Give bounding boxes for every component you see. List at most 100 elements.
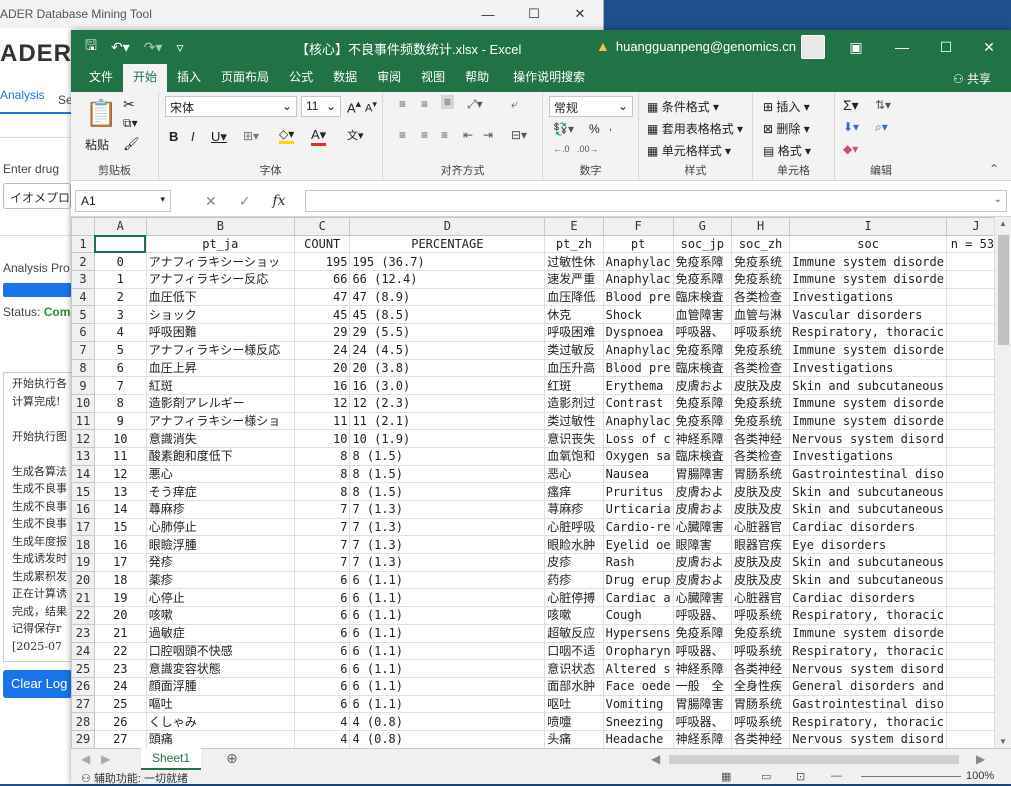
merge-center-icon[interactable]: ⊟▾ bbox=[511, 128, 527, 142]
cell[interactable]: 速发严重 bbox=[544, 270, 604, 289]
cell[interactable]: Respiratory, thoracic bbox=[789, 606, 947, 625]
cell[interactable]: 16 bbox=[293, 376, 351, 395]
cell[interactable]: Nervous system disord bbox=[789, 429, 947, 448]
cell[interactable]: 6 bbox=[293, 659, 351, 678]
cell[interactable]: 各类神经 bbox=[730, 659, 791, 678]
align-right-icon[interactable]: ≡ bbox=[441, 128, 448, 142]
cell[interactable]: 21 bbox=[93, 623, 147, 643]
underline-icon[interactable]: U▾ bbox=[211, 129, 227, 145]
cell[interactable]: 血圧上昇 bbox=[145, 358, 295, 378]
number-format-select[interactable]: 常规 ⌄ bbox=[549, 96, 633, 117]
cell[interactable]: 顔面浮腫 bbox=[145, 676, 295, 696]
cell[interactable]: 胃肠系统 bbox=[730, 694, 791, 714]
cell[interactable]: アナフィラキシー様反応 bbox=[145, 340, 295, 360]
cell[interactable]: 心停止 bbox=[145, 588, 295, 608]
cell[interactable]: 22 bbox=[93, 641, 147, 661]
cell[interactable]: 类过敏性 bbox=[544, 411, 604, 431]
row-header[interactable]: 4 bbox=[71, 287, 95, 307]
cell[interactable]: 类过敏反 bbox=[544, 340, 604, 360]
cell[interactable]: 6 bbox=[293, 641, 351, 661]
cell[interactable]: 皮膚およ bbox=[672, 482, 732, 501]
row-header[interactable]: 24 bbox=[71, 641, 95, 661]
tab-page-layout[interactable]: 页面布局 bbox=[211, 64, 279, 92]
cell[interactable]: 8 bbox=[293, 446, 351, 466]
cell[interactable]: 免疫系障 bbox=[672, 623, 732, 643]
cell[interactable]: Skin and subcutaneous bbox=[789, 570, 947, 590]
cell[interactable]: 面部水肿 bbox=[544, 676, 604, 696]
cell[interactable]: 66 (12.4) bbox=[349, 270, 546, 289]
column-header-a[interactable]: A bbox=[93, 217, 147, 236]
add-sheet-icon[interactable]: ⊕ bbox=[226, 750, 238, 767]
cell[interactable]: 头痛 bbox=[544, 729, 604, 748]
increase-indent-icon[interactable]: ⇥ bbox=[483, 128, 493, 142]
cell[interactable]: Oropharyn bbox=[602, 641, 674, 661]
format-cells-button[interactable]: ▤ 格式 ▾ bbox=[763, 142, 811, 159]
cell[interactable]: Oxygen sa bbox=[602, 446, 674, 466]
cell[interactable]: 20 bbox=[93, 606, 147, 625]
cell[interactable]: 呼吸器、 bbox=[672, 641, 732, 661]
row-header[interactable]: 8 bbox=[71, 358, 95, 378]
cell[interactable]: 6 (1.1) bbox=[349, 623, 546, 643]
cell[interactable] bbox=[93, 234, 147, 254]
decrease-indent-icon[interactable]: ⇤ bbox=[463, 128, 473, 142]
cell[interactable]: 7 (1.3) bbox=[349, 517, 546, 537]
font-name-select[interactable]: 宋体 ⌄ bbox=[165, 96, 297, 117]
cell[interactable]: Respiratory, thoracic bbox=[789, 712, 947, 731]
page-layout-icon[interactable]: ▭ bbox=[761, 770, 771, 783]
cell[interactable]: 呼吸器、 bbox=[672, 606, 732, 625]
cell[interactable]: 血管障害 bbox=[672, 305, 732, 325]
cell[interactable]: 16 bbox=[93, 535, 147, 555]
name-box[interactable]: A1 ▾ bbox=[75, 190, 171, 212]
cell[interactable]: 16 (3.0) bbox=[349, 376, 546, 395]
row-header[interactable]: 28 bbox=[71, 712, 95, 731]
font-size-select[interactable]: 11 ⌄ bbox=[301, 96, 341, 117]
fill-icon[interactable]: ⬇▾ bbox=[843, 120, 859, 134]
cell[interactable]: 呼吸系统 bbox=[730, 323, 791, 342]
cell[interactable]: Blood pre bbox=[602, 287, 674, 307]
tab-insert[interactable]: 插入 bbox=[167, 64, 211, 92]
cell[interactable]: soc_jp bbox=[672, 234, 732, 254]
cell[interactable]: 一般 全 bbox=[672, 676, 732, 696]
align-middle-icon[interactable]: ≡ bbox=[421, 97, 428, 111]
cell[interactable]: 眼障害 bbox=[672, 535, 732, 555]
cell[interactable]: 19 bbox=[93, 588, 147, 608]
cell[interactable]: 口咽不适 bbox=[544, 641, 604, 661]
column-header-d[interactable]: D bbox=[349, 217, 546, 236]
formula-input[interactable]: ⌄ bbox=[305, 190, 1007, 212]
align-top-icon[interactable]: ≡ bbox=[399, 97, 406, 111]
cell[interactable]: 4 bbox=[293, 729, 351, 748]
cell[interactable]: 咳嗽 bbox=[145, 606, 295, 625]
cell[interactable]: 咳嗽 bbox=[544, 606, 604, 625]
cell[interactable]: 6 bbox=[293, 606, 351, 625]
comma-icon[interactable]: , bbox=[609, 122, 612, 133]
cell[interactable]: Shock bbox=[602, 305, 674, 325]
save-icon[interactable]: 🖫 bbox=[85, 35, 97, 59]
minimize-icon[interactable]: — bbox=[879, 30, 925, 64]
cell[interactable]: 免疫系障 bbox=[672, 270, 732, 289]
cell[interactable]: 皮膚およ bbox=[672, 376, 732, 395]
cell[interactable]: 7 (1.3) bbox=[349, 500, 546, 519]
row-header[interactable]: 27 bbox=[71, 694, 95, 714]
decrease-font-icon[interactable]: A▾ bbox=[365, 99, 377, 115]
cell[interactable]: 24 bbox=[293, 340, 351, 360]
cell[interactable]: 2 bbox=[93, 287, 147, 307]
cell[interactable]: 皮疹 bbox=[544, 553, 604, 572]
row-header[interactable]: 5 bbox=[71, 305, 95, 325]
cell[interactable]: 6 bbox=[293, 694, 351, 714]
row-header[interactable]: 12 bbox=[71, 429, 95, 448]
row-header[interactable]: 9 bbox=[71, 376, 95, 395]
scroll-down-icon[interactable]: ▼ bbox=[999, 737, 1007, 746]
column-header-g[interactable]: G bbox=[672, 217, 732, 236]
tab-review[interactable]: 审阅 bbox=[367, 64, 411, 92]
cell[interactable]: 26 bbox=[93, 712, 147, 731]
cell[interactable]: 免疫系障 bbox=[672, 393, 732, 413]
cell[interactable]: Vascular disorders bbox=[789, 305, 947, 325]
cell[interactable]: Hypersens bbox=[602, 623, 674, 643]
cell[interactable]: ショック bbox=[145, 305, 295, 325]
prev-sheet-icon[interactable]: ◀ bbox=[81, 752, 90, 766]
cell[interactable]: 药疹 bbox=[544, 570, 604, 590]
wrap-text-icon[interactable]: ⤶ bbox=[511, 97, 518, 112]
cell[interactable]: 免疫系统 bbox=[730, 393, 791, 413]
cell[interactable]: Headache bbox=[602, 729, 674, 748]
cell[interactable]: 過敏症 bbox=[145, 623, 295, 643]
